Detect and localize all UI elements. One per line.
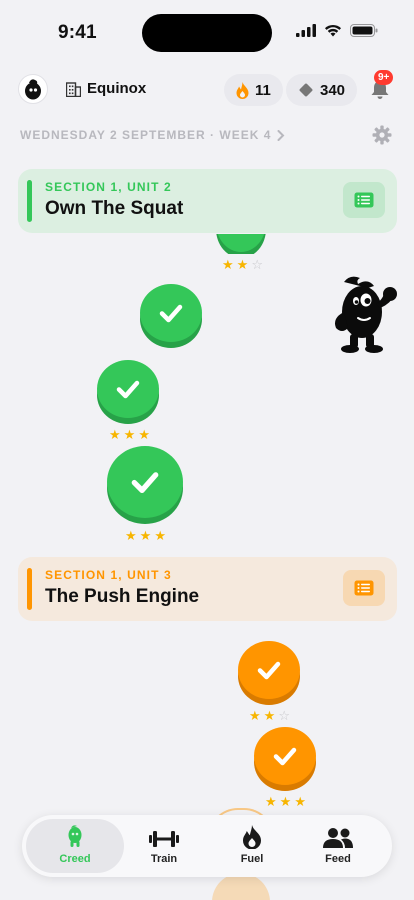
checkmark-icon	[273, 747, 297, 766]
guidebook-icon	[354, 192, 374, 208]
lesson-node-completed[interactable]	[140, 284, 202, 342]
unit-guide-button[interactable]	[343, 570, 385, 606]
lesson-stars: ★ ★ ☆	[222, 258, 263, 271]
status-icons	[296, 24, 378, 37]
star-filled-icon: ★	[123, 427, 136, 442]
tab-train[interactable]: Train	[115, 819, 213, 873]
lesson-node-completed[interactable]	[254, 727, 316, 785]
gear-icon	[372, 125, 392, 145]
section-eyebrow: SECTION 1, UNIT 2	[45, 180, 172, 194]
gem-icon	[299, 83, 313, 97]
section-accent-bar	[27, 568, 32, 610]
section-eyebrow: SECTION 1, UNIT 3	[45, 568, 172, 582]
tab-creed[interactable]: Creed	[26, 819, 124, 873]
flame-icon	[236, 81, 249, 99]
streak-count: 11	[255, 81, 271, 99]
section-title: Own The Squat	[45, 198, 184, 219]
lesson-stars: ★ ★ ☆	[249, 709, 290, 722]
section-title: The Push Engine	[45, 586, 200, 607]
star-filled-icon: ★	[154, 528, 166, 543]
date-text: WEDNESDAY 2 SEPTEMBER · WEEK 4	[20, 128, 272, 142]
gym-selector[interactable]: Equinox	[66, 80, 146, 97]
lesson-node-next[interactable]	[212, 873, 270, 900]
star-empty-icon: ☆	[278, 708, 290, 723]
star-filled-icon: ★	[138, 427, 150, 442]
star-filled-icon: ★	[236, 257, 249, 272]
gems-counter[interactable]: 340	[286, 74, 358, 106]
signal-icon	[296, 24, 316, 37]
mascot-illustration	[328, 274, 402, 356]
flame-icon	[243, 825, 261, 849]
star-filled-icon: ★	[139, 528, 152, 543]
tab-label: Fuel	[240, 853, 264, 865]
mascot-flexing-icon	[335, 276, 397, 353]
gym-name: Equinox	[87, 80, 147, 97]
lesson-node-clipped[interactable]	[216, 234, 266, 254]
gems-count: 340	[320, 81, 346, 99]
top-header: Equinox 11 340	[0, 70, 414, 110]
notification-badge: 9+	[374, 70, 394, 85]
status-bar: 9:41	[0, 0, 414, 64]
settings-button[interactable]	[372, 125, 392, 145]
star-filled-icon: ★	[265, 794, 277, 809]
lesson-stars: ★ ★ ★	[109, 428, 150, 441]
tab-label: Train	[150, 853, 178, 865]
checkmark-icon	[257, 661, 281, 680]
star-filled-icon: ★	[263, 708, 276, 723]
checkmark-icon	[159, 304, 183, 323]
star-empty-icon: ☆	[251, 257, 263, 272]
unit-guide-button[interactable]	[343, 182, 385, 218]
star-filled-icon: ★	[109, 427, 121, 442]
avatar[interactable]	[18, 74, 48, 104]
star-full-icon: ★	[294, 794, 306, 809]
dumbbell-icon	[149, 831, 179, 847]
streak-counter[interactable]: 11	[224, 74, 283, 106]
guidebook-icon	[354, 580, 374, 596]
tab-label: Feed	[325, 853, 351, 865]
tab-label: Creed	[59, 853, 91, 865]
star-filled-icon: ★	[222, 257, 234, 272]
star-filled-icon: ★	[279, 794, 292, 809]
checkmark-icon	[116, 380, 140, 399]
tab-feed[interactable]: Feed	[289, 819, 387, 873]
battery-icon	[350, 24, 378, 37]
dynamic-island	[142, 14, 272, 52]
building-icon	[66, 81, 81, 97]
section-accent-bar	[27, 180, 32, 222]
status-time: 9:41	[58, 22, 97, 43]
lesson-stars: ★ ★ ★	[265, 795, 306, 808]
unit-banner-squat: SECTION 1, UNIT 2 Own The Squat	[18, 169, 397, 233]
mascot-avatar-icon	[25, 79, 41, 100]
date-selector[interactable]: WEDNESDAY 2 SEPTEMBER · WEEK 4	[20, 128, 285, 142]
lesson-node-completed-current[interactable]	[107, 446, 183, 518]
tab-fuel[interactable]: Fuel	[203, 819, 301, 873]
checkmark-icon	[131, 472, 159, 493]
lesson-node-completed[interactable]	[238, 641, 300, 699]
chevron-right-icon	[277, 129, 285, 141]
star-filled-icon: ★	[249, 708, 261, 723]
people-icon	[323, 828, 353, 848]
lesson-node-completed[interactable]	[97, 360, 159, 418]
unit-banner-push: SECTION 1, UNIT 3 The Push Engine	[18, 557, 397, 621]
lesson-stars: ★ ★ ★	[125, 529, 166, 542]
star-filled-icon: ★	[125, 528, 137, 543]
bottom-tab-bar: Creed Train Fuel Feed	[22, 815, 392, 877]
wifi-icon	[325, 24, 341, 37]
mascot-icon	[68, 825, 82, 847]
